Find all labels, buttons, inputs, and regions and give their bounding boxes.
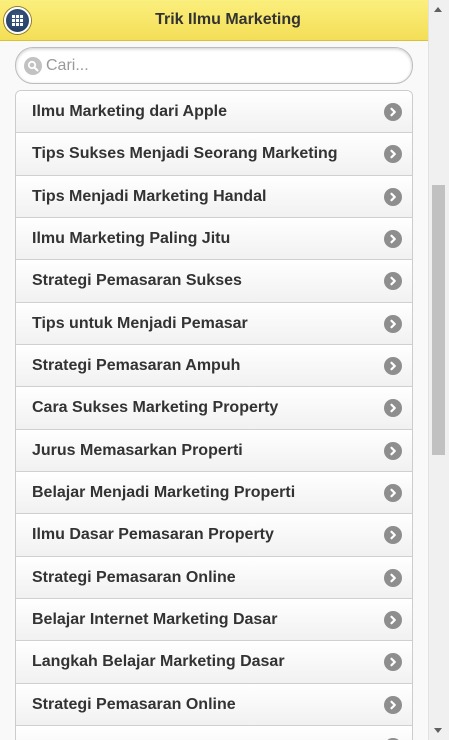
list-item-label: Belajar Internet Marketing Dasar [32,610,278,628]
list-item[interactable]: Langkah Belajar Marketing Dasar [16,641,412,684]
chevron-right-icon [384,695,402,714]
article-list: Ilmu Marketing dari Apple Tips Sukses Men… [15,90,413,740]
list-item[interactable]: Tips untuk Menjadi Pemasar [16,302,412,345]
chevron-right-icon [384,610,402,629]
list-item[interactable]: Strategi Pemasaran Online [16,683,412,726]
list-item-label: Cara Sukses Marketing Property [32,399,279,417]
chevron-right-icon [384,314,402,333]
list-item[interactable]: Cara Sukses Marketing Property [16,387,412,430]
menu-button[interactable] [4,7,31,34]
list-item[interactable]: Ilmu Marketing dari Apple [16,91,412,134]
chevron-right-icon [384,441,402,460]
list-item[interactable]: Tips Menjadi Marketing Handal [16,175,412,218]
list-item-label: Langkah Belajar Marketing Dasar [32,653,285,671]
list-item[interactable]: Belajar Internet Marketing Dasar [16,598,412,642]
chevron-right-icon [384,272,402,291]
list-item-label: Belajar Menjadi Marketing Properti [32,483,296,501]
chevron-right-icon [384,103,402,121]
chevron-right-icon [384,356,402,375]
list-item[interactable]: Strategi Pemasaran Sukses [16,260,412,303]
chevron-right-icon [384,568,402,587]
scroll-thumb[interactable] [432,185,445,455]
list-item-label: Jurus Memasarkan Properti [32,441,243,459]
list-item-label: Strategi Pemasaran Sukses [32,272,242,290]
list-item[interactable]: Strategi Pemasaran Ampuh [16,344,412,388]
chevron-right-icon [384,145,402,164]
list-item-label: Ilmu Marketing Paling Jitu [32,229,231,247]
chevron-right-icon [384,653,402,672]
list-item[interactable]: Jurus Memasarkan Properti [16,429,412,472]
list-item-label: Ilmu Dasar Pemasaran Property [32,526,274,544]
list-item-label: Strategi Pemasaran Online [32,695,236,713]
search-box[interactable] [15,47,413,84]
list-item[interactable]: Belajar Menjadi Marketing Properti [16,471,412,515]
scroll-up-icon[interactable] [434,7,442,12]
list-item-label: Strategi Pemasaran Ampuh [32,356,241,374]
chevron-right-icon [384,483,402,502]
list-item[interactable]: Ilmu Marketing Paling Jitu [16,217,412,261]
list-item-label: Ilmu Marketing dari Apple [32,103,227,120]
chevron-right-icon [384,229,402,248]
chevron-right-icon [384,187,402,206]
list-item-label: Strategi Pemasaran Online [32,568,236,586]
list-item-label: Tips untuk Menjadi Pemasar [32,314,248,332]
chevron-right-icon [384,399,402,418]
search-input[interactable] [46,48,396,83]
search-icon [24,57,42,75]
chevron-right-icon [384,526,402,545]
list-item-label: Tips Sukses Menjadi Seorang Marketing [32,145,338,163]
header-bar: Trik Ilmu Marketing [0,0,428,41]
list-item[interactable]: Tips Sukses Menjadi Seorang Marketing [16,133,412,176]
list-item-label: Tips Menjadi Marketing Handal [32,187,267,205]
scrollbar[interactable] [428,0,449,740]
page-title: Trik Ilmu Marketing [155,11,301,28]
list-item[interactable] [16,725,412,740]
app-window: Trik Ilmu Marketing Ilmu Marketing dari … [0,0,449,740]
list-item[interactable]: Ilmu Dasar Pemasaran Property [16,514,412,557]
grid-menu-icon [12,15,23,26]
list-item[interactable]: Strategi Pemasaran Online [16,556,412,599]
scroll-down-icon[interactable] [434,728,442,733]
